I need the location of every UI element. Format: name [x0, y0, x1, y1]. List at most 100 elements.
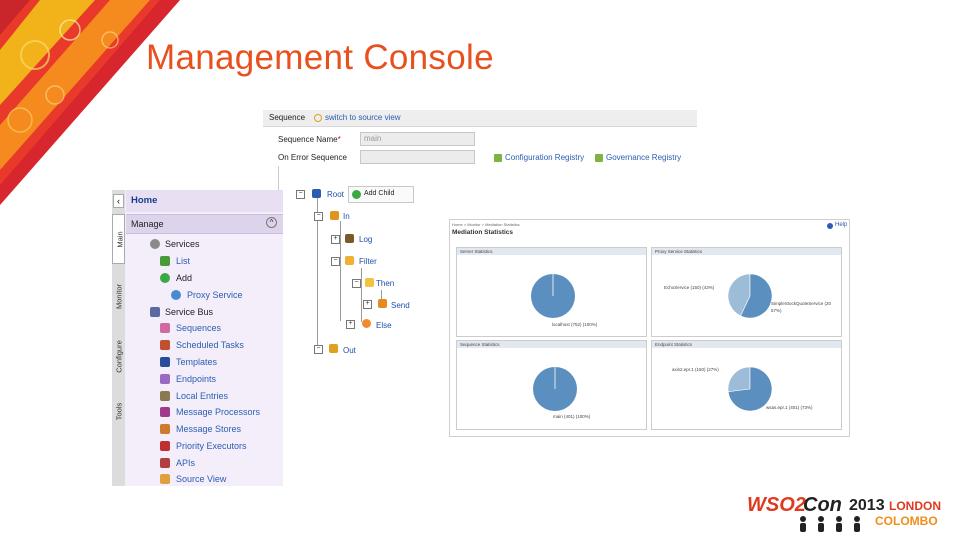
- panel-title: Proxy Service Statistics: [652, 248, 841, 255]
- logo-wso2: WSO2: [747, 494, 806, 516]
- add-child-button[interactable]: Add Child: [348, 186, 414, 203]
- source-view-icon: [160, 474, 170, 484]
- tab-monitor[interactable]: Monitor: [112, 270, 125, 324]
- sequence-statistics-panel: Sequence Statistics main (401) (100%): [456, 340, 647, 430]
- proxy-service-statistics-panel: Proxy Service Statistics EchoService (15…: [651, 247, 842, 337]
- collapse-in-toggle[interactable]: −: [314, 212, 323, 221]
- switch-icon: [314, 114, 322, 122]
- service-bus-icon: [150, 307, 160, 317]
- switch-to-source-link[interactable]: switch to source view: [325, 110, 401, 126]
- nav-item-priority-executors[interactable]: Priority Executors: [126, 438, 283, 455]
- nav-item-label: Local Entries: [176, 391, 229, 401]
- nav-item-label: Templates: [176, 357, 218, 367]
- nav-item-label: Proxy Service: [187, 290, 243, 300]
- pie-label: axis2.epr.1 (150) (27%): [672, 367, 719, 372]
- nav-item-proxy-service[interactable]: Proxy Service: [126, 287, 283, 303]
- left-navigation: ‹ Main Monitor Configure Tools Home Mana…: [112, 190, 283, 486]
- tab-tools[interactable]: Tools: [112, 390, 125, 434]
- slide-title: Management Console: [146, 38, 494, 77]
- nav-item-source-view[interactable]: Source View: [126, 471, 283, 486]
- message-processors-icon: [160, 407, 170, 417]
- tree-node-root[interactable]: Root: [327, 190, 344, 199]
- proxy-service-statistics-pie: [727, 273, 773, 319]
- nav-item-scheduled-tasks[interactable]: Scheduled Tasks: [126, 337, 283, 354]
- expand-else-toggle[interactable]: +: [346, 320, 355, 329]
- nav-item-label: Source View: [176, 474, 227, 484]
- sequence-tree: − Root Add Child − In + Log − Filter − T…: [290, 184, 450, 359]
- sequence-header: Sequence switch to source view: [263, 110, 697, 127]
- nav-item-local-entries[interactable]: Local Entries: [126, 388, 283, 405]
- governance-registry-link[interactable]: Governance Registry: [606, 153, 681, 162]
- collapse-root-toggle[interactable]: −: [296, 190, 305, 199]
- add-icon: [160, 273, 170, 283]
- tree-node-else[interactable]: Else: [376, 321, 392, 330]
- collapse-then-toggle[interactable]: −: [352, 279, 361, 288]
- breadcrumb: Home > Monitor > Mediation Statistics: [452, 222, 520, 227]
- vertical-tab-bar: ‹ Main Monitor Configure Tools: [112, 190, 125, 486]
- pie-label: localhost (752) (100%): [552, 322, 598, 327]
- expand-log-toggle[interactable]: +: [331, 235, 340, 244]
- nav-home[interactable]: Home: [126, 190, 283, 212]
- sequence-statistics-pie: [533, 367, 577, 411]
- services-icon: [150, 239, 160, 249]
- sequence-name-label: Sequence Name*: [278, 135, 341, 144]
- nav-item-service-bus[interactable]: Service Bus: [126, 304, 283, 320]
- logo-con: Con: [803, 494, 842, 516]
- out-icon: [329, 344, 338, 353]
- pie-label: 57%): [771, 308, 782, 313]
- configuration-registry-link[interactable]: Configuration Registry: [505, 153, 584, 162]
- root-icon: [312, 189, 321, 198]
- filter-icon: [345, 256, 354, 265]
- nav-item-label: Add: [176, 273, 193, 283]
- panel-title: Endpoint Statistics: [652, 341, 841, 348]
- sequence-name-input[interactable]: main: [360, 132, 475, 146]
- tree-node-then[interactable]: Then: [376, 279, 394, 288]
- nav-item-services[interactable]: Services: [126, 236, 283, 252]
- server-statistics-pie: [531, 274, 575, 318]
- sequences-icon: [160, 323, 170, 333]
- on-error-input[interactable]: [360, 150, 475, 164]
- send-icon: [378, 299, 387, 308]
- in-icon: [330, 211, 339, 220]
- nav-item-label: Services: [165, 239, 200, 249]
- help-link[interactable]: Help: [835, 222, 847, 228]
- help-icon: [827, 223, 833, 229]
- priority-executors-icon: [160, 441, 170, 451]
- proxy-service-icon: [171, 290, 181, 300]
- collapse-menu-button[interactable]: ‹: [113, 194, 124, 208]
- collapse-filter-toggle[interactable]: −: [331, 257, 340, 266]
- nav-item-sequences[interactable]: Sequences: [126, 320, 283, 337]
- nav-item-templates[interactable]: Templates: [126, 354, 283, 371]
- tree-node-filter[interactable]: Filter: [359, 257, 377, 266]
- local-entries-icon: [160, 391, 170, 401]
- templates-icon: [160, 357, 170, 367]
- nav-item-label: APIs: [176, 458, 196, 468]
- tree-node-in[interactable]: In: [343, 212, 350, 221]
- nav-item-message-processors[interactable]: Message Processors: [126, 404, 283, 421]
- nav-item-label: Sequences: [176, 323, 222, 333]
- nav-manage-header[interactable]: Manage ^: [126, 214, 283, 234]
- nav-item-endpoints[interactable]: Endpoints: [126, 371, 283, 388]
- nav-item-label: Service Bus: [165, 307, 214, 317]
- tree-node-send[interactable]: Send: [391, 301, 410, 310]
- collapse-out-toggle[interactable]: −: [314, 345, 323, 354]
- divider: [278, 166, 279, 190]
- tree-node-out[interactable]: Out: [343, 346, 356, 355]
- expand-send-toggle[interactable]: +: [363, 300, 372, 309]
- nav-home-label: Home: [131, 195, 158, 206]
- tab-main[interactable]: Main: [112, 214, 125, 264]
- endpoints-icon: [160, 374, 170, 384]
- logo-year: 2013: [849, 497, 885, 514]
- chevron-up-icon[interactable]: ^: [266, 217, 277, 228]
- pie-label: main (401) (100%): [553, 414, 591, 419]
- tree-node-log[interactable]: Log: [359, 235, 372, 244]
- tab-configure[interactable]: Configure: [112, 328, 125, 386]
- nav-item-add[interactable]: Add: [126, 270, 283, 286]
- panel-title: Server Statistics: [457, 248, 646, 255]
- sequence-editor-panel: Sequence switch to source view Sequence …: [263, 110, 697, 190]
- nav-item-message-stores[interactable]: Message Stores: [126, 421, 283, 438]
- server-statistics-panel: Server Statistics localhost (752) (100%): [456, 247, 647, 337]
- log-icon: [345, 234, 354, 243]
- nav-item-list[interactable]: List: [126, 253, 283, 269]
- nav-item-apis[interactable]: APIs: [126, 455, 283, 472]
